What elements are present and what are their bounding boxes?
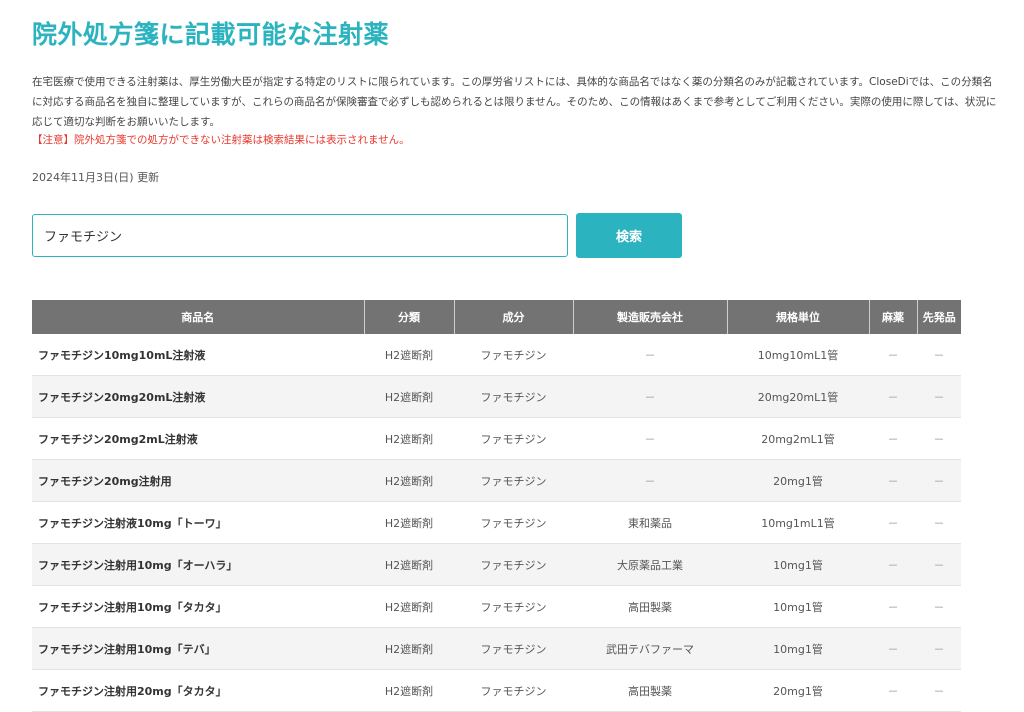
- column-header-original: 先発品: [917, 300, 961, 334]
- original-cell: －: [917, 543, 961, 586]
- table-row[interactable]: ファモチジン20mg注射用 H2遮断剤 ファモチジン － 20mg1管 － －: [32, 459, 961, 502]
- unit-cell: 10mg1管: [727, 585, 869, 628]
- ingredient-cell: ファモチジン: [454, 375, 573, 418]
- category-cell: H2遮断剤: [364, 459, 454, 502]
- column-header-narcotic: 麻薬: [869, 300, 918, 334]
- category-cell: H2遮断剤: [364, 627, 454, 670]
- table-row[interactable]: ファモチジン20mg20mL注射液 H2遮断剤 ファモチジン － 20mg20m…: [32, 375, 961, 418]
- category-cell: H2遮断剤: [364, 417, 454, 460]
- original-cell: －: [917, 417, 961, 460]
- ingredient-cell: ファモチジン: [454, 417, 573, 460]
- table-row[interactable]: ファモチジン注射用20mg「タカタ」 H2遮断剤 ファモチジン 高田製薬 20m…: [32, 669, 961, 712]
- ingredient-cell: ファモチジン: [454, 334, 573, 376]
- unit-cell: 10mg1管: [727, 627, 869, 670]
- table-row[interactable]: ファモチジン10mg10mL注射液 H2遮断剤 ファモチジン － 10mg10m…: [32, 334, 961, 376]
- product-name-cell[interactable]: ファモチジン注射用20mg「タカタ」: [32, 669, 364, 712]
- table-row[interactable]: ファモチジン注射用10mg「オーハラ」 H2遮断剤 ファモチジン 大原薬品工業 …: [32, 543, 961, 586]
- manufacturer-cell: 大原薬品工業: [573, 543, 727, 586]
- narcotic-cell: －: [869, 417, 917, 460]
- ingredient-cell: ファモチジン: [454, 627, 573, 670]
- unit-cell: 20mg1管: [727, 669, 869, 712]
- original-cell: －: [917, 334, 961, 376]
- table-header-row: 商品名 分類 成分 製造販売会社 規格単位 麻薬 先発品: [32, 300, 961, 334]
- unit-cell: 10mg1mL1管: [727, 501, 869, 544]
- original-cell: －: [917, 627, 961, 670]
- original-cell: －: [917, 501, 961, 544]
- table-row[interactable]: ファモチジン注射用10mg「タカタ」 H2遮断剤 ファモチジン 高田製薬 10m…: [32, 585, 961, 628]
- product-name-cell[interactable]: ファモチジン注射用10mg「タカタ」: [32, 585, 364, 628]
- category-cell: H2遮断剤: [364, 585, 454, 628]
- narcotic-cell: －: [869, 334, 917, 376]
- narcotic-cell: －: [869, 501, 917, 544]
- original-cell: －: [917, 375, 961, 418]
- manufacturer-cell: 高田製薬: [573, 585, 727, 628]
- narcotic-cell: －: [869, 543, 917, 586]
- ingredient-cell: ファモチジン: [454, 543, 573, 586]
- product-name-cell[interactable]: ファモチジン注射液10mg「トーワ」: [32, 501, 364, 544]
- manufacturer-cell: －: [573, 375, 727, 418]
- column-header-product-name: 商品名: [32, 300, 365, 334]
- search-input[interactable]: [32, 214, 568, 257]
- narcotic-cell: －: [869, 375, 917, 418]
- column-header-unit: 規格単位: [727, 300, 870, 334]
- unit-cell: 20mg20mL1管: [727, 375, 869, 418]
- ingredient-cell: ファモチジン: [454, 501, 573, 544]
- product-name-cell[interactable]: ファモチジン20mg注射用: [32, 459, 364, 502]
- product-name-cell[interactable]: ファモチジン注射用10mg「テバ」: [32, 627, 364, 670]
- search-button[interactable]: 検索: [576, 213, 682, 258]
- ingredient-cell: ファモチジン: [454, 669, 573, 712]
- original-cell: －: [917, 459, 961, 502]
- product-name-cell[interactable]: ファモチジン10mg10mL注射液: [32, 334, 364, 376]
- narcotic-cell: －: [869, 585, 917, 628]
- unit-cell: 10mg1管: [727, 543, 869, 586]
- ingredient-cell: ファモチジン: [454, 585, 573, 628]
- manufacturer-cell: 武田テバファーマ: [573, 627, 727, 670]
- results-table: 商品名 分類 成分 製造販売会社 規格単位 麻薬 先発品 ファモチジン10mg1…: [32, 300, 961, 712]
- narcotic-cell: －: [869, 669, 917, 712]
- category-cell: H2遮断剤: [364, 334, 454, 376]
- category-cell: H2遮断剤: [364, 543, 454, 586]
- manufacturer-cell: －: [573, 417, 727, 460]
- category-cell: H2遮断剤: [364, 669, 454, 712]
- product-name-cell[interactable]: ファモチジン注射用10mg「オーハラ」: [32, 543, 364, 586]
- manufacturer-cell: 東和薬品: [573, 501, 727, 544]
- page: 院外処方箋に記載可能な注射薬 在宅医療で使用できる注射薬は、厚生労働大臣が指定す…: [0, 0, 1024, 712]
- table-row[interactable]: ファモチジン20mg2mL注射液 H2遮断剤 ファモチジン － 20mg2mL1…: [32, 417, 961, 460]
- updated-date: 2024年11月3日(日) 更新: [32, 171, 160, 184]
- table-row[interactable]: ファモチジン注射液10mg「トーワ」 H2遮断剤 ファモチジン 東和薬品 10m…: [32, 501, 961, 544]
- unit-cell: 10mg10mL1管: [727, 334, 869, 376]
- category-cell: H2遮断剤: [364, 501, 454, 544]
- product-name-cell[interactable]: ファモチジン20mg2mL注射液: [32, 417, 364, 460]
- table-row[interactable]: ファモチジン注射用10mg「テバ」 H2遮断剤 ファモチジン 武田テバファーマ …: [32, 627, 961, 670]
- search-row: 検索: [32, 213, 992, 258]
- column-header-category: 分類: [364, 300, 455, 334]
- product-name-cell[interactable]: ファモチジン20mg20mL注射液: [32, 375, 364, 418]
- narcotic-cell: －: [869, 627, 917, 670]
- unit-cell: 20mg2mL1管: [727, 417, 869, 460]
- manufacturer-cell: －: [573, 334, 727, 376]
- unit-cell: 20mg1管: [727, 459, 869, 502]
- original-cell: －: [917, 669, 961, 712]
- warning-text: 【注意】院外処方箋での処方ができない注射薬は検索結果には表示されません。: [32, 134, 410, 146]
- page-title: 院外処方箋に記載可能な注射薬: [32, 20, 390, 49]
- intro-text: 在宅医療で使用できる注射薬は、厚生労働大臣が指定する特定のリストに限られています…: [32, 76, 997, 128]
- narcotic-cell: －: [869, 459, 917, 502]
- manufacturer-cell: 高田製薬: [573, 669, 727, 712]
- column-header-manufacturer: 製造販売会社: [573, 300, 728, 334]
- original-cell: －: [917, 585, 961, 628]
- ingredient-cell: ファモチジン: [454, 459, 573, 502]
- manufacturer-cell: －: [573, 459, 727, 502]
- category-cell: H2遮断剤: [364, 375, 454, 418]
- column-header-ingredient: 成分: [454, 300, 574, 334]
